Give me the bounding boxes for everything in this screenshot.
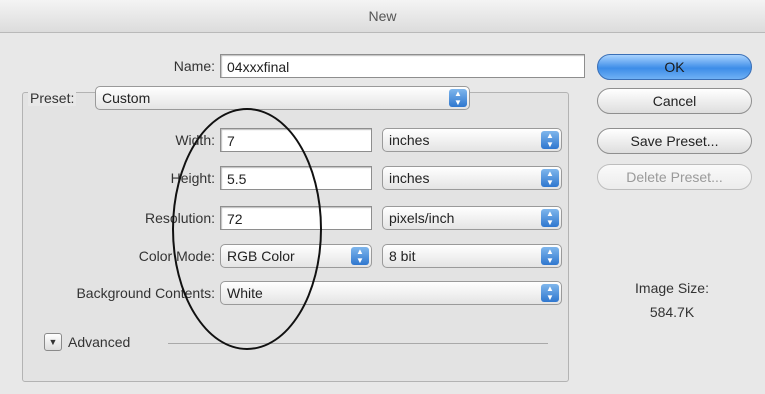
save-preset-button[interactable]: Save Preset... xyxy=(597,128,752,154)
name-label: Name: xyxy=(173,58,215,74)
background-contents-value: White xyxy=(227,285,263,301)
updown-arrows-icon: ▲ ▼ xyxy=(449,89,467,107)
image-size-value: 584.7K xyxy=(649,304,695,320)
cancel-button[interactable]: Cancel xyxy=(597,88,752,114)
delete-preset-button[interactable]: Delete Preset... xyxy=(597,164,752,190)
preset-label: Preset: xyxy=(28,90,77,106)
height-unit-select[interactable]: inches ▲ ▼ xyxy=(382,166,562,190)
color-mode-label: Color Mode: xyxy=(138,248,215,264)
resolution-field[interactable]: 72 xyxy=(220,206,372,230)
height-field[interactable]: 5.5 xyxy=(220,166,372,190)
color-mode-value: RGB Color xyxy=(227,248,295,264)
updown-arrows-icon: ▲ ▼ xyxy=(351,247,369,265)
bit-depth-value: 8 bit xyxy=(389,248,416,264)
updown-arrows-icon: ▲ ▼ xyxy=(541,169,559,187)
name-field[interactable]: 04xxxfinal xyxy=(220,54,585,78)
background-contents-label: Background Contents: xyxy=(76,285,215,301)
resolution-unit-value: pixels/inch xyxy=(389,210,455,226)
disclosure-triangle-icon: ▼ xyxy=(48,337,58,347)
image-size-label: Image Size: xyxy=(635,280,709,296)
preset-select[interactable]: Custom ▲ ▼ xyxy=(95,86,470,110)
width-unit-select[interactable]: inches ▲ ▼ xyxy=(382,128,562,152)
resolution-label: Resolution: xyxy=(144,210,215,226)
bit-depth-select[interactable]: 8 bit ▲ ▼ xyxy=(382,244,562,268)
width-field[interactable]: 7 xyxy=(220,128,372,152)
height-unit-value: inches xyxy=(389,170,430,186)
ok-button[interactable]: OK xyxy=(597,54,752,80)
updown-arrows-icon: ▲ ▼ xyxy=(541,131,559,149)
color-mode-select[interactable]: RGB Color ▲ ▼ xyxy=(220,244,372,268)
background-contents-select[interactable]: White ▲ ▼ xyxy=(220,281,562,305)
resolution-unit-select[interactable]: pixels/inch ▲ ▼ xyxy=(382,206,562,230)
advanced-label: Advanced xyxy=(68,334,131,350)
updown-arrows-icon: ▲ ▼ xyxy=(541,209,559,227)
updown-arrows-icon: ▲ ▼ xyxy=(541,247,559,265)
updown-arrows-icon: ▲ ▼ xyxy=(541,284,559,302)
advanced-disclosure-button[interactable]: ▼ xyxy=(44,333,62,351)
height-label: Height: xyxy=(170,170,215,186)
window-title: New xyxy=(0,0,765,33)
preset-select-value: Custom xyxy=(102,90,151,106)
width-unit-value: inches xyxy=(389,132,430,148)
advanced-divider xyxy=(168,343,548,344)
width-label: Width: xyxy=(175,132,215,148)
